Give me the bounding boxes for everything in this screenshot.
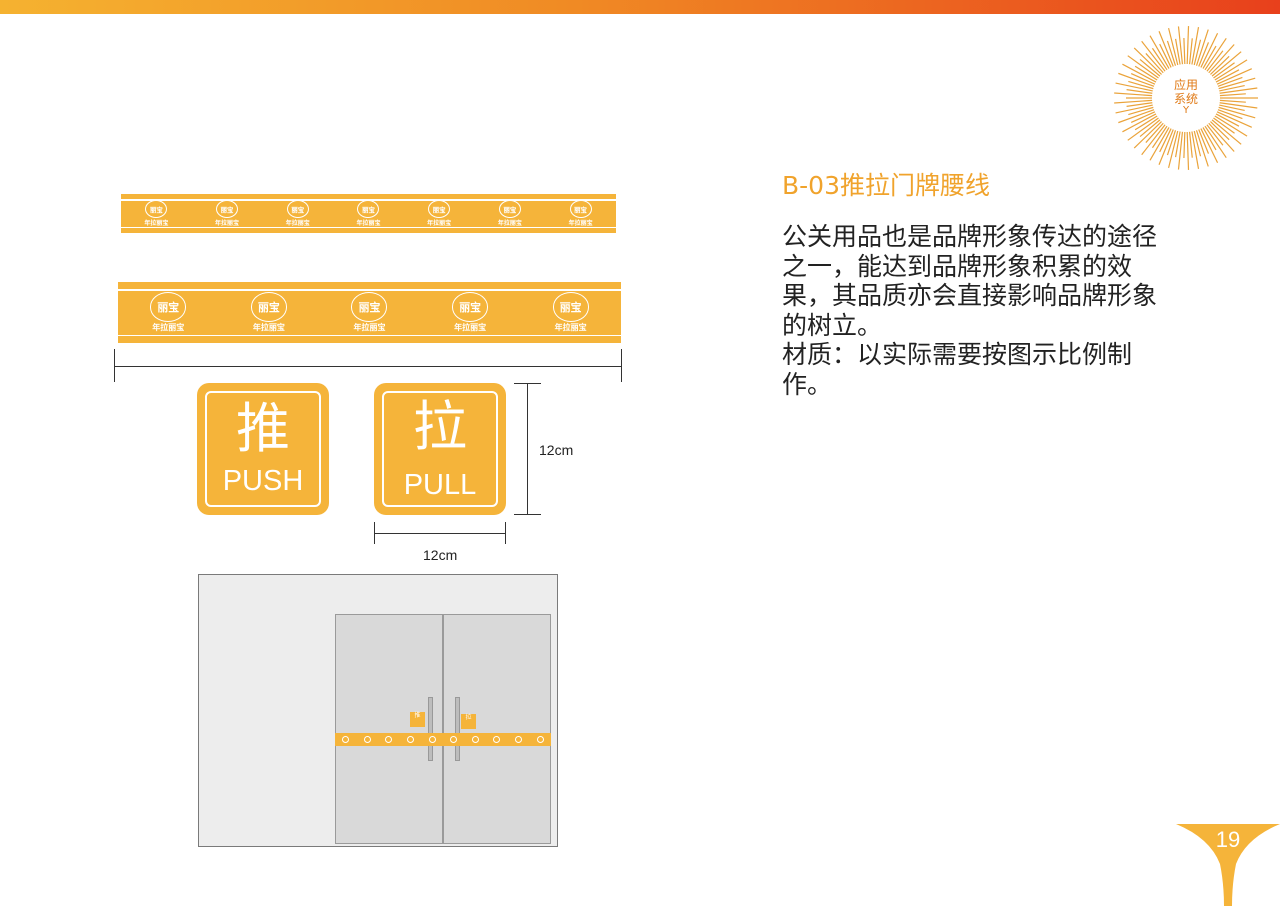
mini-logo-icon	[515, 736, 523, 743]
body-paragraph-2: 材质：以实际需要按图示比例制作。	[782, 340, 1133, 399]
height-dimension-line	[527, 383, 528, 514]
mini-pull-sign: 拉	[461, 714, 476, 729]
pull-sign: 拉 PULL	[374, 383, 506, 515]
sign-width-dimension-line	[374, 533, 506, 534]
dimension-tick-right-2	[505, 522, 506, 544]
brand-logo-icon: 丽宝 年拉丽宝	[552, 292, 589, 332]
mini-logo-icon	[407, 736, 415, 743]
left-door-handle	[428, 697, 433, 761]
brand-logo-icon: 丽宝 年拉丽宝	[250, 292, 287, 332]
pull-sign-en: PULL	[403, 469, 477, 501]
dimension-tick-right	[621, 349, 622, 382]
brand-logo-icon: 丽宝 年拉丽宝	[498, 200, 522, 227]
width-dimension-label: 12cm	[423, 547, 458, 563]
waistline-strip-small: 丽宝 年拉丽宝 丽宝 年拉丽宝 丽宝 年拉丽宝 丽宝 年拉丽宝 丽宝 年拉丽宝 丽宝 年拉丽宝 丽宝 年拉…	[121, 194, 616, 233]
waistline-strip-large: 丽宝 年拉丽宝 丽宝 年拉丽宝 丽宝 年拉丽宝 丽宝 年拉丽宝 丽宝 年拉丽宝	[118, 282, 621, 343]
brand-logo-icon: 丽宝 年拉丽宝	[356, 200, 380, 227]
page-number: 19	[1215, 827, 1241, 852]
dimension-tick-left	[114, 349, 115, 382]
door-illustration: 推 拉	[198, 574, 558, 847]
dimension-tick-left-2	[374, 522, 375, 544]
badge-label-line1: 应用	[1173, 78, 1198, 92]
door-waistline	[335, 733, 551, 746]
left-door	[335, 614, 443, 844]
push-sign-zh: 推	[236, 397, 290, 460]
mini-logo-icon	[493, 736, 501, 743]
badge-mark: Y	[1182, 105, 1190, 116]
brand-logo-icon: 丽宝 年拉丽宝	[452, 292, 489, 332]
mini-logo-icon	[342, 736, 350, 743]
mini-logo-icon	[536, 736, 544, 743]
mini-logo-icon	[363, 736, 371, 743]
brand-logo-icon: 丽宝 年拉丽宝	[286, 200, 310, 227]
top-accent-bar	[0, 0, 1280, 14]
body-paragraph-1: 公关用品也是品牌形象传达的途径之一，能达到品牌形象积累的效果，其品质亦会直接影响…	[782, 222, 1158, 340]
right-door-handle	[455, 697, 460, 761]
dimension-tick-top	[514, 383, 541, 384]
mini-logo-icon	[471, 736, 479, 743]
push-sign: 推 PUSH	[197, 383, 329, 515]
mini-logo-icon	[385, 736, 393, 743]
brand-logo-icon: 丽宝 年拉丽宝	[427, 200, 451, 227]
brand-logo-icon: 丽宝 年拉丽宝	[150, 292, 187, 332]
mini-logo-icon	[428, 736, 436, 743]
width-dimension-line	[114, 366, 622, 367]
brand-logo-icon: 丽宝 年拉丽宝	[569, 200, 593, 227]
pull-sign-zh: 拉	[413, 395, 467, 458]
brand-logo-icon: 丽宝 年拉丽宝	[215, 200, 239, 227]
section-title: B-03推拉门牌腰线	[782, 171, 990, 200]
mini-logo-icon	[450, 736, 458, 743]
brand-logo-icon: 丽宝 年拉丽宝	[351, 292, 388, 332]
height-dimension-label: 12cm	[539, 442, 574, 458]
push-sign-en: PUSH	[222, 465, 304, 497]
dimension-tick-bottom	[514, 514, 541, 515]
section-body: 公关用品也是品牌形象传达的途径之一，能达到品牌形象积累的效果，其品质亦会直接影响…	[782, 222, 1172, 399]
brand-logo-icon: 丽宝 年拉丽宝	[144, 200, 168, 227]
mini-push-sign: 推	[410, 712, 425, 727]
